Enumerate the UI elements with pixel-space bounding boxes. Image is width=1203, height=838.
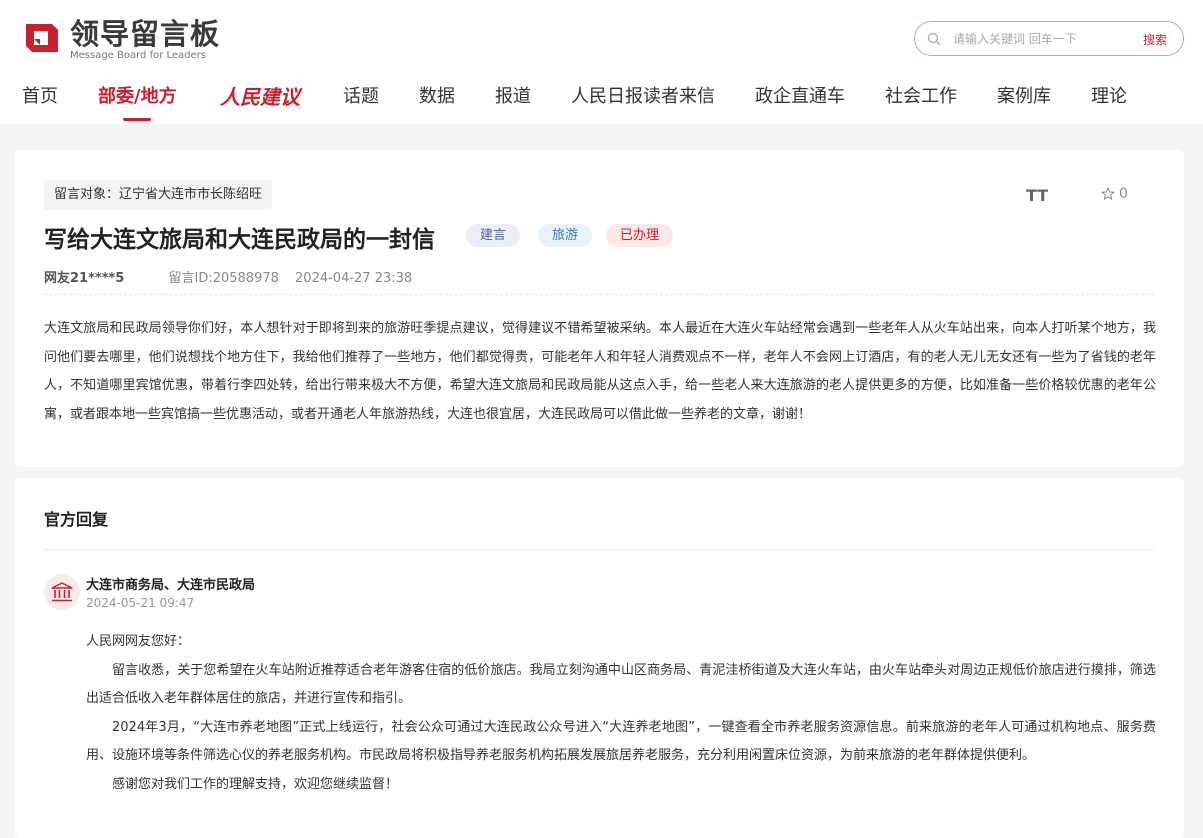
avatar: [44, 574, 80, 610]
government-building-icon: [51, 582, 73, 602]
logo-mark-icon: [22, 18, 62, 58]
search-box: 搜索: [914, 21, 1184, 56]
search-button[interactable]: 搜索: [1143, 31, 1167, 48]
reply-card: 官方回复 大连市商务局、大连市民政局 2024-05-21 09:47 人民网网…: [14, 478, 1184, 838]
letter-title: 写给大连文旅局和大连民政局的一封信: [44, 227, 435, 253]
main-nav: 首页 部委/地方 人民建议 话题 数据 报道 人民日报读者来信 政企直通车 社会…: [0, 84, 1203, 114]
search-icon: [927, 32, 941, 45]
tag-tourism[interactable]: 旅游: [538, 224, 593, 247]
nav-item-home[interactable]: 首页: [22, 84, 58, 110]
divider: [44, 294, 1154, 295]
site-logo[interactable]: 领导留言板 Message Board for Leaders: [22, 18, 220, 61]
message-target: 留言对象：辽宁省大连市市长陈绍旺: [44, 180, 273, 210]
letter-meta: 网友21****5 留言ID:20588978 2024-04-27 23:38: [44, 267, 412, 286]
reply-paragraph: 感谢您对我们工作的理解支持，欢迎您继续监督！: [112, 776, 399, 792]
reply-heading: 官方回复: [44, 510, 109, 529]
logo-subtitle: Message Board for Leaders: [70, 50, 207, 61]
reply-body: 人民网网友您好： 留言收悉，关于您希望在火车站附近推荐适合老年游客住宿的低价旅店…: [86, 628, 1156, 799]
tag-suggestion[interactable]: 建言: [466, 224, 521, 247]
nav-item-reports[interactable]: 报道: [495, 84, 531, 110]
reply-paragraph: 2024年3月，“大连市养老地图”正式上线运行，社会公众可通过大连民政公众号进入…: [86, 719, 1156, 764]
status-badge: 已办理: [606, 224, 674, 247]
reply-datetime: 2024-05-21 09:47: [86, 596, 195, 610]
reply-greeting: 人民网网友您好：: [86, 634, 191, 649]
nav-item-social-work[interactable]: 社会工作: [885, 84, 957, 110]
reply-department: 大连市商务局、大连市民政局: [86, 578, 256, 593]
search-input[interactable]: [953, 31, 1113, 46]
reply-paragraph: 留言收悉，关于您希望在火车站附近推荐适合老年游客住宿的低价旅店。我局立刻沟通中山…: [86, 662, 1156, 707]
nav-item-case-library[interactable]: 案例库: [997, 84, 1051, 110]
favorite-button[interactable]: 0: [1101, 186, 1128, 202]
letter-card: 留言对象：辽宁省大连市市长陈绍旺 TT 0 写给大连文旅局和大连民政局的一封信 …: [14, 150, 1184, 467]
letter-body: 大连文旅局和民政局领导你们好，本人想针对于即将到来的旅游旺季提点建议，觉得建议不…: [44, 321, 1156, 422]
font-size-icon[interactable]: TT: [1026, 186, 1048, 205]
nav-item-enterprise[interactable]: 政企直通车: [755, 84, 845, 110]
divider: [44, 549, 1154, 550]
logo-title: 领导留言板: [70, 17, 221, 51]
favorite-count: 0: [1119, 186, 1128, 202]
message-id: 留言ID:20588978: [168, 271, 279, 286]
nav-item-theory[interactable]: 理论: [1091, 84, 1127, 110]
nav-item-people-suggestions[interactable]: 人民建议: [220, 84, 300, 110]
author-name: 网友21****5: [44, 271, 125, 286]
nav-item-data[interactable]: 数据: [419, 84, 455, 110]
nav-item-readers-letters[interactable]: 人民日报读者来信: [571, 84, 715, 110]
nav-item-ministries[interactable]: 部委/地方: [98, 84, 177, 110]
message-datetime: 2024-04-27 23:38: [295, 271, 413, 286]
star-icon: [1101, 187, 1115, 201]
nav-active-indicator: [123, 118, 151, 121]
site-header: 领导留言板 Message Board for Leaders 搜索 首页 部委…: [0, 0, 1203, 124]
nav-item-topics[interactable]: 话题: [343, 84, 379, 110]
